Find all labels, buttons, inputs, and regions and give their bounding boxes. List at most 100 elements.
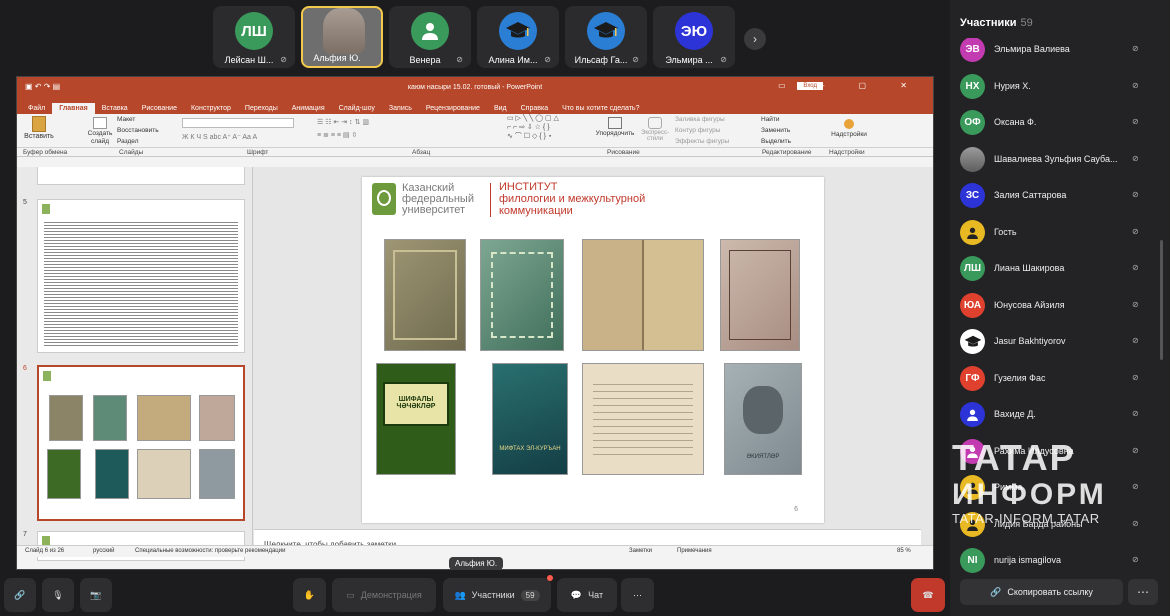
video-tile[interactable]: Алина Им... ⊘ <box>477 6 559 68</box>
list-item[interactable]: ЮА Юнусова Айзиля ⊘ <box>950 288 1170 324</box>
video-tile-active[interactable]: Альфия Ю. <box>301 6 383 68</box>
participant-name: Гость <box>994 227 1017 237</box>
addins-button[interactable]: Надстройки <box>827 114 871 148</box>
list-item[interactable]: ГФ Гузелия Фас ⊘ <box>950 361 1170 397</box>
notes-toggle[interactable]: Заметки <box>629 548 652 554</box>
mic-toggle-button[interactable]: 🎙 <box>42 578 74 612</box>
participant-name: Jasur Bakhtiyorov <box>994 336 1066 346</box>
book-image: ӘКИЯТЛӘР <box>724 363 802 475</box>
reset-button[interactable]: Восстановить <box>117 125 177 136</box>
list-item[interactable]: ЗС Залия Саттарова ⊘ <box>950 178 1170 214</box>
participant-name: Нурия Х. <box>994 81 1031 91</box>
quick-styles-button[interactable]: Экспресс-стили <box>637 114 673 148</box>
tab-record[interactable]: Запись <box>382 103 419 114</box>
camera-toggle-button[interactable]: 📷 <box>80 578 112 612</box>
list-item[interactable]: ОФ Оксана Ф. ⊘ <box>950 105 1170 141</box>
arrange-icon <box>608 117 622 129</box>
tab-help[interactable]: Справка <box>514 103 555 114</box>
align-buttons[interactable]: ≡ ≣ ≡ ≡ ▤ ⇳ <box>317 131 497 139</box>
participants-button[interactable]: 👥 Участники 59 <box>443 575 553 612</box>
new-slide-button[interactable]: Создать слайд <box>85 114 115 148</box>
list-item[interactable]: НХ Нурия Х. ⊘ <box>950 69 1170 105</box>
arrange-button[interactable]: Упорядочить <box>595 114 635 148</box>
current-slide[interactable]: Казанский федеральный университет ИНСТИТ… <box>362 177 824 523</box>
tab-animations[interactable]: Анимация <box>285 103 332 114</box>
university-logo <box>372 183 396 215</box>
font-format-buttons[interactable]: Ж К Ч S abc A⁺ A⁻ Aa A <box>182 133 297 141</box>
mic-off-icon: ⊘ <box>1132 373 1139 382</box>
panel-scrollbar[interactable] <box>1160 240 1163 360</box>
screen-share-button[interactable]: ▭ Демонстрация <box>332 578 436 612</box>
participant-name: Лиана Шакирова <box>994 263 1065 273</box>
divider <box>490 183 491 217</box>
video-tile[interactable]: Ильсаф Га... ⊘ <box>565 6 647 68</box>
shapes-gallery[interactable]: ▭ ▷ ╲ ╲ ◯ ▢ △ ⌐ ⌐ ⇨ ⇩ ☆ { } ∿ ⌒ ☐ ◇ { } ⋆ <box>507 114 597 148</box>
list-item[interactable]: Jasur Bakhtiyorov ⊘ <box>950 324 1170 360</box>
list-item[interactable]: ЛШ Лиана Шакирова ⊘ <box>950 251 1170 287</box>
list-buttons[interactable]: ☰ ☷ ⇤ ⇥ ↕ ⇅ ▥ <box>317 118 497 126</box>
link-button[interactable]: 🔗 <box>4 578 36 612</box>
end-call-button[interactable]: ☎ <box>911 578 945 612</box>
find-button[interactable]: Найти <box>761 114 821 125</box>
window-controls[interactable]: ▭ – ▢ ✕ <box>778 81 923 90</box>
more-button[interactable]: ⋯ <box>621 578 654 612</box>
comments-toggle[interactable]: Примечания <box>677 548 712 554</box>
replace-button[interactable]: Заменить <box>761 125 821 136</box>
panel-more-button[interactable]: ⋯ <box>1128 579 1158 605</box>
chat-button[interactable]: 💬 Чат <box>557 578 617 612</box>
person-icon <box>411 12 449 50</box>
book-thumb <box>199 449 235 499</box>
mic-off-icon: ⊘ <box>1132 555 1139 564</box>
shape-outline-button[interactable]: Контур фигуры <box>675 125 755 136</box>
zoom-level[interactable]: 85 % <box>897 548 911 554</box>
tab-slideshow[interactable]: Слайд-шоу <box>332 103 382 114</box>
layout-button[interactable]: Макет <box>117 114 177 125</box>
slide-thumbnail-selected[interactable] <box>37 365 245 521</box>
shape-format-group: Заливка фигуры Контур фигуры Эффекты фиг… <box>675 114 755 148</box>
tab-view[interactable]: Вид <box>487 103 514 114</box>
raise-hand-button[interactable]: ✋ <box>293 578 326 612</box>
chevron-right-icon[interactable]: › <box>744 28 766 50</box>
avatar: NI <box>960 548 985 573</box>
slide-text-block <box>44 220 238 346</box>
video-tile[interactable]: ЭЮ Эльмира ... ⊘ <box>653 6 735 68</box>
shape-effects-button[interactable]: Эффекты фигуры <box>675 136 755 147</box>
status-language[interactable]: русский <box>93 548 115 554</box>
clipboard-icon <box>32 116 46 132</box>
tab-home[interactable]: Главная <box>52 103 95 114</box>
select-button[interactable]: Выделить <box>761 136 821 147</box>
ppt-statusbar: Слайд 6 из 26 русский Специальные возмож… <box>17 545 933 557</box>
status-accessibility[interactable]: Специальные возможности: проверьте реком… <box>135 548 285 554</box>
participant-name: Оксана Ф. <box>994 117 1037 127</box>
mic-off-icon: ⊘ <box>1132 300 1139 309</box>
tab-insert[interactable]: Вставка <box>95 103 135 114</box>
mic-off-icon: ⊘ <box>1132 482 1139 491</box>
mic-off-icon: ⊘ <box>632 55 639 64</box>
watermark-line: ИНФОРМ <box>952 478 1107 511</box>
section-button[interactable]: Раздел <box>117 136 177 147</box>
new-slide-label: Создать слайд <box>87 130 113 145</box>
paste-button[interactable]: Вставить <box>23 114 55 148</box>
list-item[interactable]: Шавалиева Зульфия Сауба... ⊘ <box>950 142 1170 178</box>
tab-draw[interactable]: Рисование <box>135 103 184 114</box>
copy-link-button[interactable]: 🔗 Скопировать ссылку <box>960 579 1123 605</box>
slide-thumbnail[interactable] <box>37 167 245 185</box>
list-item[interactable]: ЭВ Эльмира Валиева ⊘ <box>950 38 1170 68</box>
list-item[interactable]: Вахиде Д. ⊘ <box>950 397 1170 433</box>
slide-thumbnail[interactable] <box>37 199 245 353</box>
video-tile[interactable]: Венера ⊘ <box>389 6 471 68</box>
list-item[interactable]: NI nurija ismagilova ⊘ <box>950 543 1170 578</box>
shared-screen: ▣ ↶ ↷ ▤ каюм насыри 15.02. готовый - Pow… <box>16 76 934 570</box>
tab-review[interactable]: Рецензирование <box>419 103 487 114</box>
font-name-input[interactable] <box>182 118 294 128</box>
list-item[interactable]: Гость ⊘ <box>950 215 1170 251</box>
shape-fill-button[interactable]: Заливка фигуры <box>675 114 755 125</box>
tell-me-search[interactable]: Что вы хотите сделать? <box>555 103 646 114</box>
tab-design[interactable]: Конструктор <box>184 103 238 114</box>
video-tile[interactable]: ЛШ Лейсан Ш... ⊘ <box>213 6 295 68</box>
tab-file[interactable]: Файл <box>21 103 52 114</box>
book-image <box>384 239 466 351</box>
mic-off-icon: ⊘ <box>1132 44 1139 53</box>
tab-transitions[interactable]: Переходы <box>238 103 285 114</box>
slide-number: 6 <box>23 365 27 372</box>
